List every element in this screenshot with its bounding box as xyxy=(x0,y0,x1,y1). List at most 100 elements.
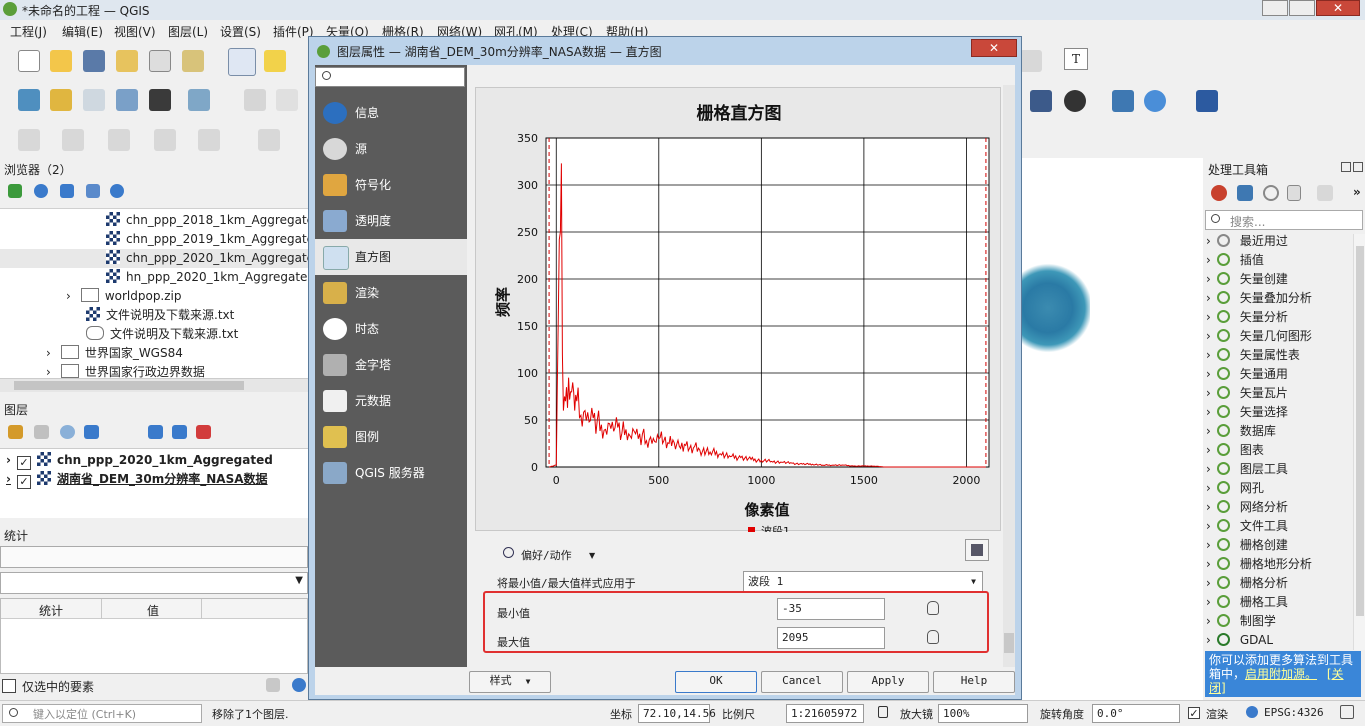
menu-item-settings[interactable]: 设置(S) xyxy=(220,23,261,40)
stats-layer-select[interactable] xyxy=(0,546,308,568)
processing-item[interactable]: › 矢量几何图形 xyxy=(1206,327,1312,346)
coordinate-field[interactable]: 72.10,14.56 xyxy=(638,704,716,723)
save-as-icon[interactable] xyxy=(116,50,138,72)
help-icon[interactable] xyxy=(1196,90,1218,112)
layer-visibility-checkbox[interactable]: ✓ xyxy=(16,475,31,489)
float-panel-icon[interactable] xyxy=(1341,162,1351,172)
apply-button[interactable]: Apply xyxy=(847,671,929,693)
select-feature-icon[interactable] xyxy=(18,129,40,151)
browser-item[interactable]: 文件说明及下载来源.txt xyxy=(86,306,234,325)
layout-manager-icon[interactable] xyxy=(149,50,171,72)
processing-search[interactable]: 搜索... xyxy=(1205,210,1363,230)
remove-layer-icon[interactable] xyxy=(196,425,211,439)
lock-icon[interactable] xyxy=(878,706,888,718)
max-value-field[interactable]: 2095 xyxy=(777,627,885,649)
browser-item[interactable]: › 世界国家_WGS84 xyxy=(46,344,183,363)
band-select[interactable]: 波段 1 ▼ xyxy=(743,571,983,593)
ok-button[interactable]: OK xyxy=(675,671,757,693)
processing-item-recent[interactable]: › 最近用过 xyxy=(1206,232,1288,251)
gis-cloud-icon[interactable] xyxy=(1064,90,1086,112)
processing-item[interactable]: › 矢量叠加分析 xyxy=(1206,289,1312,308)
scrollbar-thumb[interactable] xyxy=(1004,633,1014,653)
processing-item[interactable]: › 矢量创建 xyxy=(1206,270,1288,289)
nav-item-transparency[interactable]: 透明度 xyxy=(315,203,471,239)
rotation-field[interactable]: 0.0° xyxy=(1092,704,1180,723)
maximize-button[interactable] xyxy=(1289,0,1315,16)
processing-item[interactable]: › 栅格分析 xyxy=(1206,574,1288,593)
browser-item[interactable]: hn_ppp_2020_1km_Aggregated xyxy=(106,268,308,287)
save-project-icon[interactable] xyxy=(83,50,105,72)
min-value-field[interactable]: -35 xyxy=(777,598,885,620)
pan-tool-icon[interactable] xyxy=(228,48,256,76)
minimize-button[interactable] xyxy=(1262,0,1288,16)
python-console-icon[interactable] xyxy=(1112,90,1134,112)
only-selected-row[interactable]: 仅选中的要素 xyxy=(2,678,94,696)
more-tools-icon[interactable]: » xyxy=(1353,185,1361,199)
stats-field-select[interactable]: ▼ xyxy=(0,572,308,594)
only-selected-checkbox[interactable] xyxy=(2,679,16,693)
scrollbar-thumb[interactable] xyxy=(14,381,244,390)
copy-icon[interactable] xyxy=(266,678,280,692)
add-group-icon[interactable] xyxy=(34,425,49,439)
new-project-icon[interactable] xyxy=(18,50,40,72)
pick-max-hand-icon[interactable] xyxy=(927,630,939,644)
chevron-down-icon[interactable]: ▼ xyxy=(295,575,303,586)
expand-arrow-icon[interactable]: › xyxy=(6,472,11,486)
processing-item[interactable]: › 网孔 xyxy=(1206,479,1264,498)
crs-label[interactable]: EPSG:4326 xyxy=(1264,706,1324,719)
style-manager-icon[interactable] xyxy=(182,50,204,72)
pan-to-selection-icon[interactable] xyxy=(264,50,286,72)
measure-icon[interactable] xyxy=(198,129,220,151)
magnifier-prefs-icon[interactable] xyxy=(503,547,514,558)
temporary-layer-icon[interactable] xyxy=(149,89,171,111)
refresh-stats-icon[interactable] xyxy=(292,678,306,692)
history-icon[interactable] xyxy=(1263,185,1279,201)
browser-item-selected[interactable]: chn_ppp_2020_1km_Aggregated xyxy=(0,249,308,268)
nav-item-pyramids[interactable]: 金字塔 xyxy=(315,347,471,383)
text-annotation-icon[interactable]: T xyxy=(1064,48,1088,70)
processing-item[interactable]: › 图表 xyxy=(1206,441,1264,460)
menu-item-view[interactable]: 视图(V) xyxy=(114,23,156,40)
processing-item[interactable]: › 制图学 xyxy=(1206,612,1276,631)
menu-item-edit[interactable]: 编辑(E) xyxy=(62,23,103,40)
processing-item[interactable]: › GDAL xyxy=(1206,631,1273,650)
expand-all-icon[interactable] xyxy=(148,425,163,439)
prefs-actions-button[interactable]: 偏好/动作 xyxy=(521,547,572,563)
filter-icon[interactable] xyxy=(60,184,74,198)
processing-scrollbar[interactable] xyxy=(1353,234,1365,650)
chevron-down-icon[interactable]: ▼ xyxy=(971,572,976,592)
collapse-all-icon[interactable] xyxy=(86,184,100,198)
close-button[interactable]: ✕ xyxy=(1316,0,1360,16)
identify-right-icon[interactable] xyxy=(1020,50,1042,72)
scale-field[interactable]: 1:21605972 xyxy=(786,704,864,723)
info-icon[interactable] xyxy=(110,184,124,198)
layer-row[interactable]: › ✓ chn_ppp_2020_1km_Aggregated xyxy=(6,451,273,470)
georeferencer-icon[interactable] xyxy=(1144,90,1166,112)
scrollbar-thumb[interactable] xyxy=(1356,246,1364,616)
save-chart-button[interactable] xyxy=(965,539,989,561)
menu-item-project[interactable]: 工程(J) xyxy=(10,23,47,40)
browser-item[interactable]: chn_ppp_2019_1km_Aggregated xyxy=(106,230,308,249)
style-dropdown-button[interactable]: 样式 ▼ xyxy=(469,671,551,693)
edit-pencil-icon[interactable] xyxy=(244,89,266,111)
nav-item-qgis-server[interactable]: QGIS 服务器 xyxy=(315,455,471,491)
layer-row-selected[interactable]: › ✓ 湖南省_DEM_30m分辨率_NASA数据 xyxy=(6,470,268,489)
content-scrollbar[interactable] xyxy=(1003,85,1015,667)
expand-arrow-icon[interactable]: › xyxy=(66,289,71,303)
processing-item[interactable]: › 矢量选择 xyxy=(1206,403,1288,422)
locator-input[interactable]: 键入以定位 (Ctrl+K) xyxy=(2,704,202,723)
processing-item[interactable]: › 栅格工具 xyxy=(1206,593,1288,612)
style-panel-icon[interactable] xyxy=(8,425,23,439)
eye-icon[interactable] xyxy=(60,425,75,439)
new-shapefile-icon[interactable] xyxy=(83,89,105,111)
browser-item[interactable]: chn_ppp_2018_1km_Aggregated xyxy=(106,211,308,230)
cancel-button[interactable]: Cancel xyxy=(761,671,843,693)
browser-item[interactable]: 文件说明及下载来源.txt xyxy=(86,325,238,344)
processing-item[interactable]: › 矢量分析 xyxy=(1206,308,1288,327)
add-selected-icon[interactable] xyxy=(8,184,22,198)
processing-item[interactable]: › 插值 xyxy=(1206,251,1264,270)
nav-item-temporal[interactable]: 时态 xyxy=(315,311,471,347)
edit-in-place-icon[interactable] xyxy=(1317,185,1333,201)
processing-info-link[interactable]: 启用附加源。 xyxy=(1245,667,1317,681)
deselect-icon[interactable] xyxy=(108,129,130,151)
